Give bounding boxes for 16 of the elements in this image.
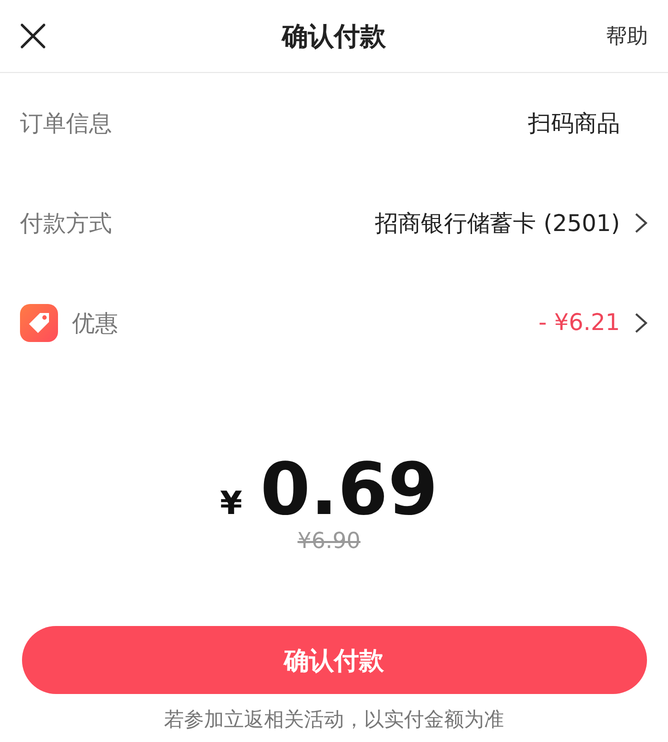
row-value[interactable]: - ¥6.21 [538,310,620,336]
chevron-icon[interactable] [634,212,648,234]
help-link[interactable]: 帮助 [606,22,648,50]
chevron-icon[interactable] [634,312,648,334]
payment-amount: 0.69 [260,453,438,525]
page-title: 确认付款 [282,22,386,52]
row-value: 扫码商品 [528,110,620,138]
tag-icon [20,304,58,342]
row-label: 订单信息 [20,110,112,138]
close-icon[interactable] [20,23,46,49]
currency-symbol: ¥ [220,484,242,522]
row-label: 付款方式 [20,210,112,238]
row-label: 优惠 [72,310,118,338]
row-value[interactable]: 招商银行储蓄卡 (2501) [375,208,620,238]
footnote: 若参加立返相关活动，以实付金额为准 [163,706,505,733]
original-price: ¥6.90 [298,529,360,554]
